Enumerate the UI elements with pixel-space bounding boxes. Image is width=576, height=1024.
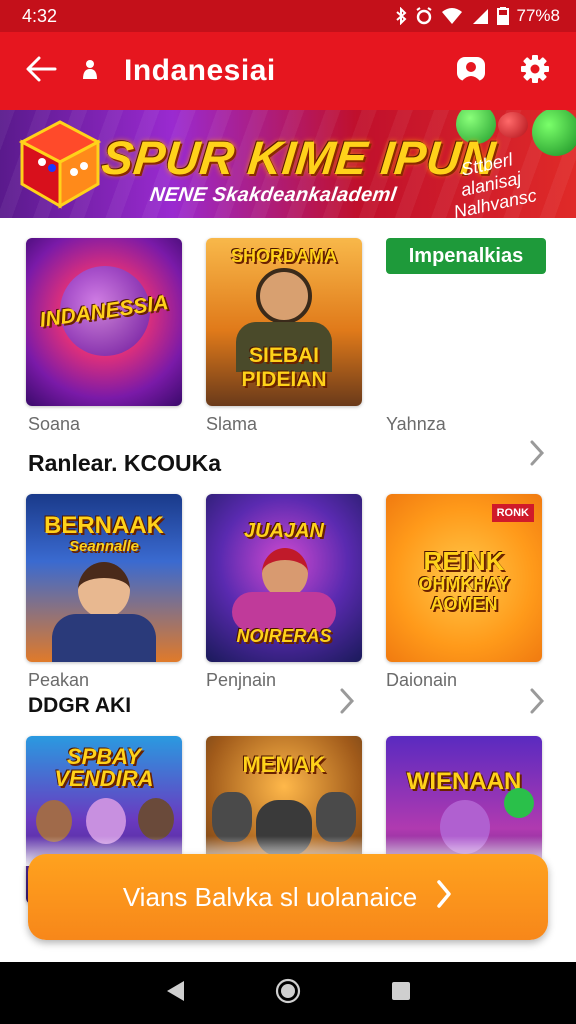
back-arrow-icon: [25, 55, 57, 88]
game-tile[interactable]: SHORDAMA SIEBAI PIDEIAN: [206, 238, 362, 406]
status-time: 4:32: [22, 5, 58, 26]
tile-art-title: MEMAK: [242, 752, 326, 777]
tile-label: Slama: [206, 414, 258, 434]
system-nav-bar: [0, 962, 576, 1024]
game-tile[interactable]: INDANESSIA: [26, 238, 182, 406]
alarm-icon: [415, 7, 433, 25]
status-bar: 4:32 77%8: [0, 0, 576, 32]
game-tile[interactable]: JUAJAN NOIRERAS: [206, 494, 362, 662]
tile-art-title: REINK: [423, 546, 505, 576]
nav-recents-icon[interactable]: [390, 980, 412, 1007]
tile-art-subtitle: Seannalle: [68, 538, 140, 555]
nav-back-icon[interactable]: [164, 979, 186, 1008]
app-title: Indanesiai: [124, 54, 276, 87]
category-badge[interactable]: Impenalkias: [386, 238, 546, 274]
chevron-right-icon: [435, 879, 453, 916]
tile-label: Soana: [28, 414, 81, 434]
tile-art: [138, 798, 174, 840]
dice-cube-icon: [18, 118, 102, 215]
tile-art-title: BERNAAK: [44, 512, 164, 539]
tile-art-title: SIEBAI PIDEIAN: [241, 344, 327, 391]
banner-subtitle: NENE Skakdeankalademl: [148, 184, 399, 206]
tile-art: [256, 268, 312, 324]
tile-art-title: SPBAY VENDIRA: [54, 744, 154, 791]
nav-home-icon[interactable]: [275, 978, 301, 1009]
cta-button[interactable]: Vians Balvka sl uolanaice: [28, 854, 548, 940]
profile-icon[interactable]: [456, 55, 486, 88]
section-title: DDGR AKI: [28, 694, 132, 717]
tile-tag: RONK: [491, 504, 534, 522]
tile-art: [262, 548, 308, 598]
promo-banner[interactable]: SPUR KIME IPUN NENE Skakdeankalademl Stt…: [0, 110, 576, 218]
app-bar: Indanesiai: [0, 32, 576, 110]
game-tile[interactable]: BERNAAK Seannalle: [26, 494, 182, 662]
chevron-right-icon: [526, 438, 548, 468]
tile-art-title: JUAJAN: [243, 520, 325, 542]
battery-icon: [496, 7, 509, 25]
section-more-button[interactable]: [526, 438, 548, 468]
tile-art-subtitle: NOIRERAS: [236, 626, 332, 646]
signal-icon: [471, 8, 489, 25]
tile-art: [52, 614, 156, 662]
settings-gear-icon[interactable]: [520, 54, 550, 89]
tile-art-subtitle: OHMKHAY AOMEN: [418, 574, 510, 614]
bluetooth-icon: [395, 7, 407, 25]
app-title-group: Indanesiai: [82, 54, 456, 88]
app-bar-actions: [456, 54, 576, 89]
person-icon: [82, 58, 98, 85]
game-tile[interactable]: RONK REINK OHMKHAY AOMEN: [386, 494, 542, 662]
tile-art-title: SHORDAMA: [231, 246, 337, 266]
status-icons: 77%8: [395, 6, 560, 26]
section-title: Ranlear. KCOUKa: [28, 450, 222, 476]
cta-label: Vians Balvka sl uolanaice: [122, 881, 418, 912]
back-button[interactable]: [0, 32, 82, 110]
wifi-icon: [441, 7, 463, 25]
tile-art: [78, 562, 130, 618]
tile-art: [316, 792, 356, 842]
tile-art: [212, 792, 252, 842]
banner-decoration: [498, 112, 528, 138]
section-ranking: Ranlear. KCOUKa BERNAAK Seannalle Peakan…: [0, 438, 576, 714]
tile-art: [504, 788, 534, 818]
tile-label: Yahnza: [386, 414, 446, 434]
section-featured: INDANESSIA Soana SHORDAMA SIEBAI PIDEIAN…: [0, 218, 576, 448]
battery-level: 77%8: [516, 6, 560, 25]
